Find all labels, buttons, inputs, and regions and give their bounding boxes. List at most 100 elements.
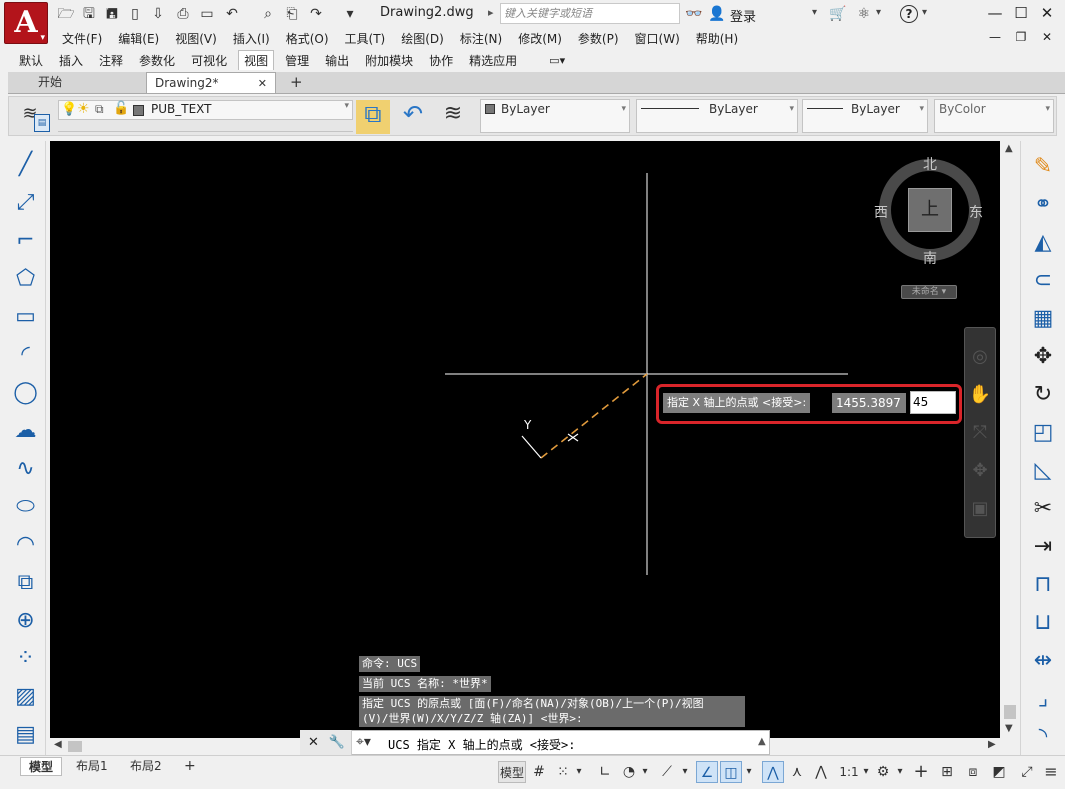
search-input[interactable]: 键入关键字或短语 — [500, 3, 680, 24]
insert-block-icon[interactable]: ⧉ — [10, 567, 42, 599]
menu-help[interactable]: 帮助(H) — [696, 30, 738, 47]
lineweight-combo[interactable]: ByLayer ▾ — [802, 99, 928, 133]
make-block-icon[interactable]: ⊕ — [10, 605, 42, 637]
viewcube[interactable]: 北 南 西 东 上 — [874, 157, 983, 267]
polyline-icon[interactable]: ⌐ — [10, 225, 42, 257]
make-current-layer-icon[interactable]: ⧉ — [356, 100, 390, 134]
showmotion-icon[interactable]: ▣ — [965, 494, 995, 524]
menu-dimension[interactable]: 标注(N) — [460, 30, 502, 47]
object-snap-icon[interactable]: ◫ — [720, 761, 742, 783]
isodraft-icon[interactable]: ⟋ — [656, 761, 678, 783]
chevron-down-icon[interactable]: ▾ — [742, 761, 756, 783]
chamfer-icon[interactable]: ⌟ — [1027, 683, 1059, 715]
scroll-thumb[interactable] — [1004, 705, 1016, 719]
workspace-gear-icon[interactable]: ⚙ — [872, 761, 894, 783]
layer-match-icon[interactable]: ≋ — [436, 100, 470, 134]
wrench-icon[interactable]: 🔧 — [329, 735, 345, 750]
menu-edit[interactable]: 编辑(E) — [118, 30, 159, 47]
menu-view[interactable]: 视图(V) — [175, 30, 217, 47]
move-icon[interactable]: ✥ — [1027, 341, 1059, 373]
arc-icon[interactable]: ◜ — [10, 339, 42, 371]
customize-qat-icon[interactable]: ▾ — [340, 4, 360, 24]
circle-icon[interactable]: ◯ — [10, 377, 42, 409]
command-history-toggle[interactable]: ▲ — [758, 736, 766, 747]
tab-output[interactable]: 输出 — [320, 51, 354, 70]
trim-icon[interactable]: ✂ — [1027, 493, 1059, 525]
compass-east[interactable]: 东 — [969, 202, 983, 222]
pan-icon[interactable]: ✋ — [965, 380, 995, 410]
offset-icon[interactable]: ⊂ — [1027, 265, 1059, 297]
binoculars-icon[interactable]: 👓 — [684, 4, 704, 24]
doc-minimize-button[interactable]: — — [983, 29, 1007, 45]
cart-icon[interactable]: 🛒 — [828, 4, 848, 24]
new-tab-button[interactable]: + — [276, 72, 311, 93]
orbit-icon[interactable]: ✥ — [965, 456, 995, 486]
menu-window[interactable]: 窗口(W) — [635, 30, 680, 47]
save-icon[interactable]: 🖫 — [79, 4, 99, 24]
tab-collaborate[interactable]: 协作 — [424, 51, 458, 70]
tab-addins[interactable]: 附加模块 — [360, 51, 418, 70]
annotation-visibility-icon[interactable]: ⋀ — [762, 761, 784, 783]
viewcube-top-face[interactable]: 上 — [908, 188, 952, 232]
user-icon[interactable]: 👤 — [707, 4, 727, 24]
command-cursor-icon[interactable]: ⌖▾ — [356, 734, 371, 750]
ribbon-toggle-icon[interactable]: ▭▾ — [544, 53, 570, 68]
tab-annotate[interactable]: 注释 — [94, 51, 128, 70]
tab-featured-apps[interactable]: 精选应用 — [464, 51, 522, 70]
application-menu-button[interactable]: A — [4, 2, 48, 44]
ellipse-arc-icon[interactable]: ◠ — [10, 529, 42, 561]
layout-tab-layout2[interactable]: 布局2 — [122, 757, 170, 776]
customization-menu-icon[interactable]: ≡ — [1040, 761, 1062, 783]
redo-icon[interactable]: ↷ — [306, 4, 326, 24]
chevron-down-icon[interactable]: ▾ — [678, 761, 692, 783]
ucs-menu[interactable]: 未命名 ▾ — [901, 285, 957, 299]
file-tab-drawing2[interactable]: Drawing2* ✕ — [146, 72, 276, 93]
stretch-icon[interactable]: ◺ — [1027, 455, 1059, 487]
sheet-icon[interactable]: ▭ — [197, 4, 217, 24]
plus-icon[interactable]: + — [910, 761, 932, 783]
menu-file[interactable]: 文件(F) — [62, 30, 102, 47]
layout-tab-layout1[interactable]: 布局1 — [68, 757, 116, 776]
break-at-point-icon[interactable]: ⊓ — [1027, 569, 1059, 601]
vertical-scrollbar[interactable]: ▲ ▼ — [1001, 141, 1019, 738]
menu-draw[interactable]: 绘图(D) — [401, 30, 444, 47]
ortho-icon[interactable]: ∟ — [594, 761, 616, 783]
rectangle-icon[interactable]: ▭ — [10, 301, 42, 333]
extend-icon[interactable]: ⇥ — [1027, 531, 1059, 563]
close-tab-icon[interactable]: ✕ — [258, 73, 267, 94]
construction-line-icon[interactable]: ⤢ — [10, 187, 42, 219]
layout-tab-model[interactable]: 模型 — [20, 757, 63, 776]
plotstyle-combo[interactable]: ByColor ▾ — [934, 99, 1054, 133]
layer-combo[interactable]: 💡 ☀ ⧉ 🔓 PUB_TEXT ▾ — [58, 100, 353, 120]
polar-tracking-icon[interactable]: ◔ — [618, 761, 640, 783]
scale-icon[interactable]: ◰ — [1027, 417, 1059, 449]
array-icon[interactable]: ▦ — [1027, 303, 1059, 335]
auto-scale-icon[interactable]: ⋏ — [786, 761, 808, 783]
tab-parametric[interactable]: 参数化 — [134, 51, 180, 70]
erase-icon[interactable]: ✎ — [1027, 151, 1059, 183]
scroll-down-icon[interactable]: ▼ — [1005, 723, 1013, 734]
snap-icon[interactable]: ⁙ — [552, 761, 574, 783]
mirror-icon[interactable]: ◭ — [1027, 227, 1059, 259]
tab-default[interactable]: 默认 — [14, 51, 48, 70]
drawing-canvas[interactable]: Y — [50, 141, 1000, 738]
plot-icon[interactable]: ⎙ — [173, 4, 193, 24]
scroll-thumb[interactable] — [68, 741, 82, 752]
object-snap-tracking-icon[interactable]: ∠ — [696, 761, 718, 783]
chevron-down-icon[interactable]: ▾ — [572, 761, 586, 783]
compass-west[interactable]: 西 — [874, 202, 888, 222]
menu-insert[interactable]: 插入(I) — [233, 30, 270, 47]
new-sheet-icon[interactable]: ▯ — [125, 4, 145, 24]
chevron-down-icon[interactable]: ▾ — [876, 7, 881, 18]
layer-states-icon[interactable]: ▤ — [34, 114, 50, 132]
fillet-icon[interactable]: ◝ — [1027, 721, 1059, 753]
chevron-down-icon[interactable]: ▾ — [922, 7, 927, 18]
menu-modify[interactable]: 修改(M) — [518, 30, 562, 47]
close-button[interactable]: ✕ — [1035, 2, 1059, 24]
spline-icon[interactable]: ∿ — [10, 453, 42, 485]
annotation-scale-icon[interactable]: ⋀ — [810, 761, 832, 783]
file-tab-start[interactable]: 开始 — [8, 72, 146, 93]
gradient-icon[interactable]: ▤ — [10, 719, 42, 751]
menu-format[interactable]: 格式(O) — [286, 30, 329, 47]
connect-icon[interactable]: ⚛ — [854, 4, 874, 24]
